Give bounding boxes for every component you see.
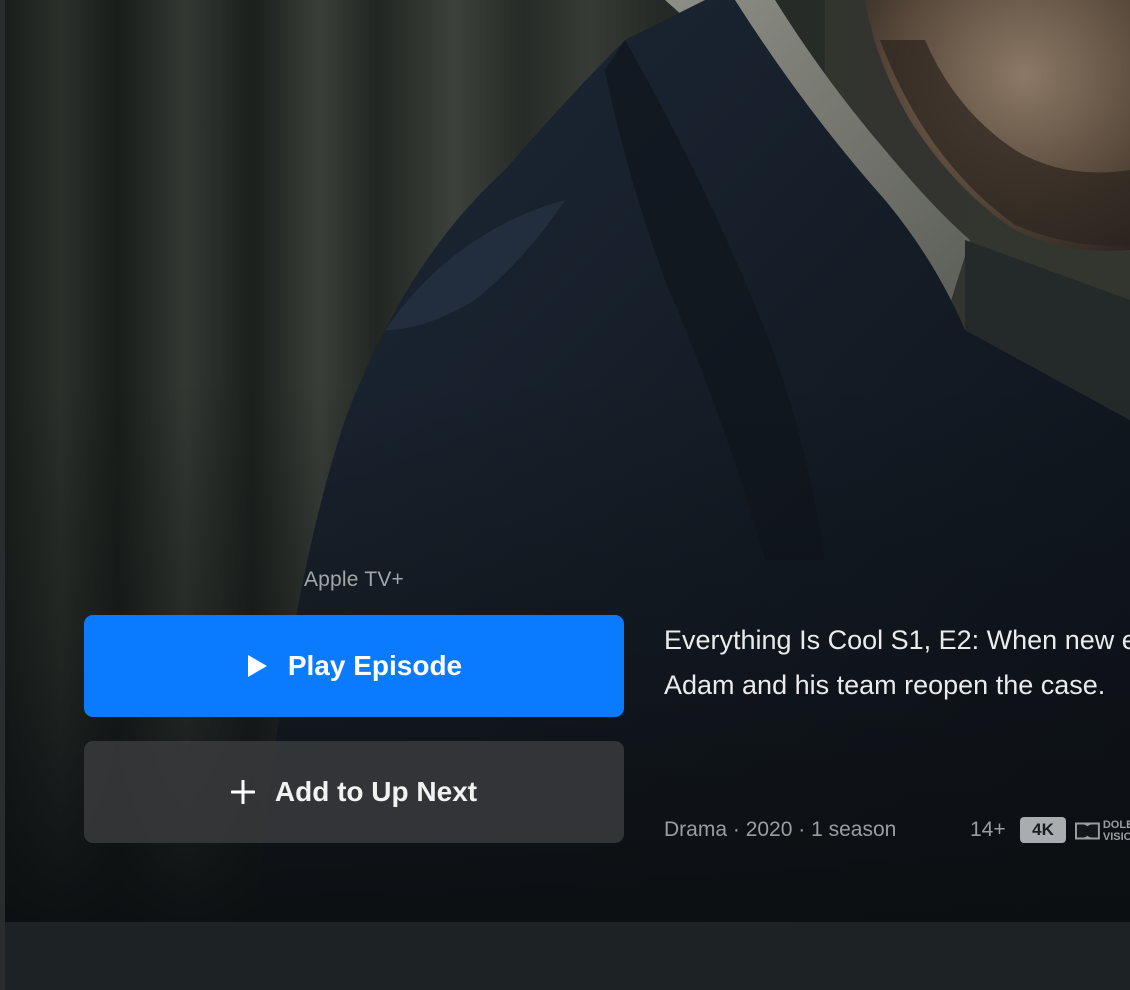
4k-badge: 4K (1020, 817, 1066, 843)
add-to-up-next-button[interactable]: Add to Up Next (84, 741, 624, 843)
app-window: Apple TV+ Play Episode Add to Up Next Ev… (0, 0, 1130, 990)
bottom-bar (5, 922, 1130, 990)
dolby-vision-badge: DOLBY VISION (1075, 817, 1130, 844)
provider-label: Apple TV+ (303, 568, 405, 591)
genre-label: Drama (664, 818, 728, 841)
play-episode-button[interactable]: Play Episode (84, 615, 624, 717)
dolby-vision-label: DOLBY VISION (1102, 818, 1130, 843)
meta-separator: · (792, 818, 812, 841)
plus-icon (230, 780, 255, 804)
episode-description: Everything Is Cool S1, E2: When new evid… (664, 625, 1130, 700)
seasons-label: 1 season (811, 818, 897, 841)
meta-separator: · (727, 818, 746, 841)
play-icon (246, 654, 268, 678)
play-episode-label: Play Episode (287, 650, 463, 681)
add-to-up-next-label: Add to Up Next (274, 776, 478, 807)
year-label: 2020 (745, 818, 793, 841)
episode-metadata: Drama · 2020 · 1 season (664, 818, 896, 842)
age-rating: 14+ (970, 818, 1006, 841)
dolby-icon (1075, 821, 1100, 840)
